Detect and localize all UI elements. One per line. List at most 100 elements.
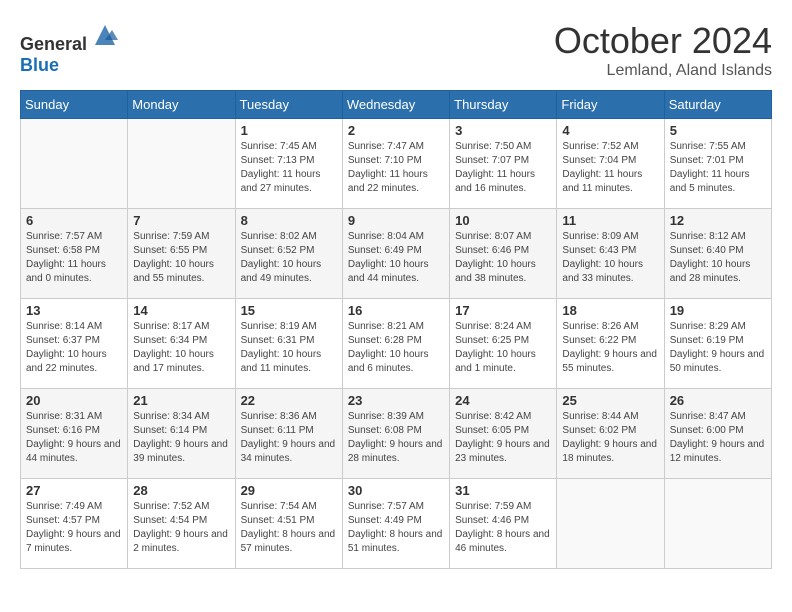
day-number: 20 (26, 393, 122, 408)
calendar-week-row: 20 Sunrise: 8:31 AM Sunset: 6:16 PM Dayli… (21, 389, 772, 479)
calendar-cell: 19 Sunrise: 8:29 AM Sunset: 6:19 PM Dayli… (664, 299, 771, 389)
day-number: 16 (348, 303, 444, 318)
calendar-cell: 4 Sunrise: 7:52 AM Sunset: 7:04 PM Daylig… (557, 119, 664, 209)
day-number: 2 (348, 123, 444, 138)
days-of-week-row: SundayMondayTuesdayWednesdayThursdayFrid… (21, 91, 772, 119)
day-number: 24 (455, 393, 551, 408)
calendar-cell: 17Sunrise: 8:24 AM Sunset: 6:25 PM Dayli… (450, 299, 557, 389)
day-number: 15 (241, 303, 337, 318)
day-number: 18 (562, 303, 658, 318)
day-info: Sunrise: 8:07 AM Sunset: 6:46 PM Dayligh… (455, 230, 551, 286)
day-number: 26 (670, 393, 766, 408)
day-info: Sunrise: 7:57 AM Sunset: 4:49 PM Dayligh… (348, 500, 444, 556)
day-info: Sunrise: 8:12 AM Sunset: 6:40 PM Dayligh… (670, 230, 766, 286)
day-info: Sunrise: 8:09 AM Sunset: 6:43 PM Dayligh… (562, 230, 658, 286)
month-title: October 2024 (554, 20, 772, 62)
day-info: Sunrise: 7:50 AM Sunset: 7:07 PM Dayligh… (455, 140, 551, 196)
calendar-cell: 10Sunrise: 8:07 AM Sunset: 6:46 PM Dayli… (450, 209, 557, 299)
calendar-cell: 2 Sunrise: 7:47 AM Sunset: 7:10 PM Daylig… (342, 119, 449, 209)
day-info: Sunrise: 8:26 AM Sunset: 6:22 PM Dayligh… (562, 320, 658, 376)
day-of-week-header: Sunday (21, 91, 128, 119)
calendar-cell: 30 Sunrise: 7:57 AM Sunset: 4:49 PM Dayli… (342, 479, 449, 569)
day-number: 13 (26, 303, 122, 318)
calendar-cell: 11 Sunrise: 8:09 AM Sunset: 6:43 PM Dayli… (557, 209, 664, 299)
day-info: Sunrise: 8:31 AM Sunset: 6:16 PM Dayligh… (26, 410, 122, 466)
day-number: 6 (26, 213, 122, 228)
calendar-cell: 3 Sunrise: 7:50 AM Sunset: 7:07 PM Daylig… (450, 119, 557, 209)
day-number: 1 (241, 123, 337, 138)
day-number: 4 (562, 123, 658, 138)
day-info: Sunrise: 7:47 AM Sunset: 7:10 PM Dayligh… (348, 140, 444, 196)
day-number: 3 (455, 123, 551, 138)
calendar-cell: 29Sunrise: 7:54 AM Sunset: 4:51 PM Dayli… (235, 479, 342, 569)
day-of-week-header: Saturday (664, 91, 771, 119)
calendar-cell: 13 Sunrise: 8:14 AM Sunset: 6:37 PM Dayli… (21, 299, 128, 389)
calendar-cell: 24Sunrise: 8:42 AM Sunset: 6:05 PM Dayli… (450, 389, 557, 479)
day-number: 7 (133, 213, 229, 228)
calendar-cell: 28 Sunrise: 7:52 AM Sunset: 4:54 PM Dayli… (128, 479, 235, 569)
calendar-cell: 6Sunrise: 7:57 AM Sunset: 6:58 PM Daylig… (21, 209, 128, 299)
day-info: Sunrise: 8:14 AM Sunset: 6:37 PM Dayligh… (26, 320, 122, 376)
day-info: Sunrise: 7:55 AM Sunset: 7:01 PM Dayligh… (670, 140, 766, 196)
day-info: Sunrise: 8:36 AM Sunset: 6:11 PM Dayligh… (241, 410, 337, 466)
calendar-cell (664, 479, 771, 569)
calendar-cell: 9Sunrise: 8:04 AM Sunset: 6:49 PM Daylig… (342, 209, 449, 299)
calendar-cell (557, 479, 664, 569)
day-number: 25 (562, 393, 658, 408)
calendar-cell: 25 Sunrise: 8:44 AM Sunset: 6:02 PM Dayli… (557, 389, 664, 479)
calendar-week-row: 6Sunrise: 7:57 AM Sunset: 6:58 PM Daylig… (21, 209, 772, 299)
day-number: 31 (455, 483, 551, 498)
day-number: 28 (133, 483, 229, 498)
day-info: Sunrise: 7:59 AM Sunset: 6:55 PM Dayligh… (133, 230, 229, 286)
day-info: Sunrise: 8:44 AM Sunset: 6:02 PM Dayligh… (562, 410, 658, 466)
day-number: 23 (348, 393, 444, 408)
day-info: Sunrise: 8:19 AM Sunset: 6:31 PM Dayligh… (241, 320, 337, 376)
day-number: 14 (133, 303, 229, 318)
calendar-cell: 20 Sunrise: 8:31 AM Sunset: 6:16 PM Dayli… (21, 389, 128, 479)
day-number: 22 (241, 393, 337, 408)
day-info: Sunrise: 7:52 AM Sunset: 4:54 PM Dayligh… (133, 500, 229, 556)
calendar-cell (128, 119, 235, 209)
calendar-table: SundayMondayTuesdayWednesdayThursdayFrid… (20, 90, 772, 569)
day-number: 9 (348, 213, 444, 228)
day-number: 27 (26, 483, 122, 498)
calendar-cell: 12 Sunrise: 8:12 AM Sunset: 6:40 PM Dayli… (664, 209, 771, 299)
calendar-cell: 15 Sunrise: 8:19 AM Sunset: 6:31 PM Dayli… (235, 299, 342, 389)
day-number: 30 (348, 483, 444, 498)
day-of-week-header: Friday (557, 91, 664, 119)
day-info: Sunrise: 8:34 AM Sunset: 6:14 PM Dayligh… (133, 410, 229, 466)
day-number: 19 (670, 303, 766, 318)
day-info: Sunrise: 8:47 AM Sunset: 6:00 PM Dayligh… (670, 410, 766, 466)
day-info: Sunrise: 7:52 AM Sunset: 7:04 PM Dayligh… (562, 140, 658, 196)
calendar-cell: 31Sunrise: 7:59 AM Sunset: 4:46 PM Dayli… (450, 479, 557, 569)
day-number: 21 (133, 393, 229, 408)
logo: General Blue (20, 20, 120, 76)
day-number: 8 (241, 213, 337, 228)
day-info: Sunrise: 8:17 AM Sunset: 6:34 PM Dayligh… (133, 320, 229, 376)
day-info: Sunrise: 8:29 AM Sunset: 6:19 PM Dayligh… (670, 320, 766, 376)
calendar-cell: 27 Sunrise: 7:49 AM Sunset: 4:57 PM Dayli… (21, 479, 128, 569)
logo-general: General (20, 34, 87, 54)
day-info: Sunrise: 8:02 AM Sunset: 6:52 PM Dayligh… (241, 230, 337, 286)
calendar-cell: 8 Sunrise: 8:02 AM Sunset: 6:52 PM Daylig… (235, 209, 342, 299)
calendar-cell: 14 Sunrise: 8:17 AM Sunset: 6:34 PM Dayli… (128, 299, 235, 389)
day-number: 5 (670, 123, 766, 138)
calendar-cell: 5 Sunrise: 7:55 AM Sunset: 7:01 PM Daylig… (664, 119, 771, 209)
day-info: Sunrise: 7:49 AM Sunset: 4:57 PM Dayligh… (26, 500, 122, 556)
day-of-week-header: Tuesday (235, 91, 342, 119)
day-info: Sunrise: 7:54 AM Sunset: 4:51 PM Dayligh… (241, 500, 337, 556)
day-of-week-header: Thursday (450, 91, 557, 119)
day-number: 11 (562, 213, 658, 228)
day-of-week-header: Wednesday (342, 91, 449, 119)
day-number: 12 (670, 213, 766, 228)
logo-icon (90, 20, 120, 50)
calendar-cell: 21 Sunrise: 8:34 AM Sunset: 6:14 PM Dayli… (128, 389, 235, 479)
day-of-week-header: Monday (128, 91, 235, 119)
calendar-cell: 22 Sunrise: 8:36 AM Sunset: 6:11 PM Dayli… (235, 389, 342, 479)
calendar-cell: 23Sunrise: 8:39 AM Sunset: 6:08 PM Dayli… (342, 389, 449, 479)
logo-blue: Blue (20, 55, 59, 75)
day-info: Sunrise: 8:24 AM Sunset: 6:25 PM Dayligh… (455, 320, 551, 376)
calendar-week-row: 13 Sunrise: 8:14 AM Sunset: 6:37 PM Dayli… (21, 299, 772, 389)
page-header: General Blue October 2024 Lemland, Aland… (20, 20, 772, 80)
calendar-cell: 16Sunrise: 8:21 AM Sunset: 6:28 PM Dayli… (342, 299, 449, 389)
